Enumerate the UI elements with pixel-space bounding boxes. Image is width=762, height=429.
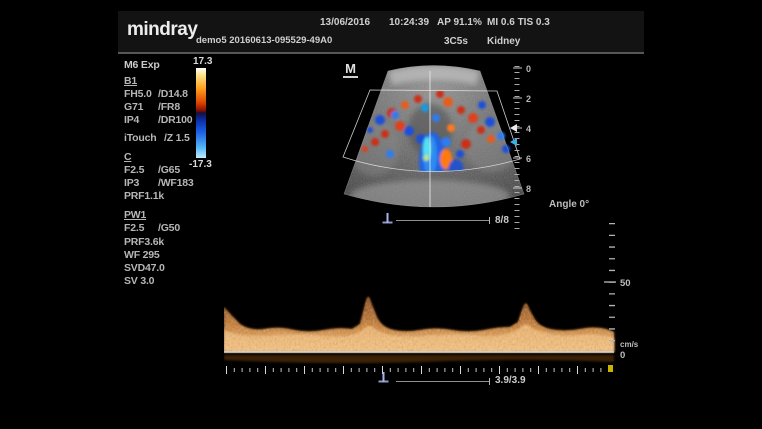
param-row: F2.5/G65 bbox=[124, 164, 180, 176]
itouch-row: iTouch/Z 1.5 bbox=[124, 132, 190, 144]
baseline-zero-label: 0 bbox=[620, 350, 625, 361]
depth-label: 6 bbox=[526, 154, 531, 164]
param-value: SV 3.0 bbox=[124, 275, 154, 287]
pw-mode-section-title: PW1 bbox=[124, 209, 146, 221]
time-cursor-marker[interactable] bbox=[608, 365, 613, 372]
param-value: /G65 bbox=[158, 164, 180, 176]
exam-id: demo5 20160613-095529-49A0 bbox=[196, 35, 332, 46]
b-mode-section-title: B1 bbox=[124, 75, 137, 87]
doppler-angle-readout: Angle 0° bbox=[549, 199, 589, 210]
param-value: G71 bbox=[124, 101, 158, 113]
param-value: IP4 bbox=[124, 114, 158, 126]
param-value: PRF3.6k bbox=[124, 236, 164, 248]
colorbar-min-label: -17.3 bbox=[189, 159, 212, 170]
param-row: F2.5/G50 bbox=[124, 222, 180, 234]
time-progress-end-tick bbox=[489, 378, 490, 385]
mindray-logo: mindray bbox=[127, 19, 197, 41]
param-value: /FR8 bbox=[158, 101, 180, 113]
b-mode-color-image[interactable] bbox=[330, 58, 530, 212]
depth-label: 0 bbox=[526, 64, 531, 74]
spectral-below-baseline-noise bbox=[224, 355, 614, 363]
param-value: /G50 bbox=[158, 222, 180, 234]
param-row: G71/FR8 bbox=[124, 101, 180, 113]
imaging-mode-label: M6 Exp bbox=[124, 59, 160, 71]
param-row: IP3/WF183 bbox=[124, 177, 194, 189]
velocity-scale-label: 50 bbox=[620, 278, 631, 289]
sv-depth-marker-icon[interactable] bbox=[510, 138, 517, 146]
param-value: /WF183 bbox=[158, 177, 194, 189]
param-value: WF 295 bbox=[124, 249, 160, 261]
exam-preset: Kidney bbox=[487, 36, 520, 47]
param-row: IP4/DR100 bbox=[124, 114, 192, 126]
probe-name: 3C5s bbox=[444, 36, 468, 47]
param-value: PRF1.1k bbox=[124, 190, 164, 202]
depth-label: 2 bbox=[526, 94, 531, 104]
time-indicator: 3.9/3.9 bbox=[495, 375, 526, 386]
param-value: /D14.8 bbox=[158, 88, 188, 100]
depth-label: 4 bbox=[526, 124, 531, 134]
exam-time: 10:24:39 bbox=[389, 17, 429, 28]
focus-marker-icon[interactable] bbox=[510, 124, 517, 132]
velocity-unit-label: cm/s bbox=[620, 340, 639, 349]
color-map-bar bbox=[196, 68, 206, 158]
spectral-texture bbox=[224, 290, 616, 354]
ultrasound-screen: mindray demo5 20160613-095529-49A0 13/06… bbox=[0, 0, 762, 429]
param-value: /DR100 bbox=[158, 114, 192, 126]
param-row: FH5.0/D14.8 bbox=[124, 88, 188, 100]
mi-tis-readout: MI 0.6 TIS 0.3 bbox=[487, 17, 550, 28]
depth-ruler: 0 2 4 6 8 bbox=[508, 58, 544, 238]
param-value: SVD47.0 bbox=[124, 262, 165, 274]
color-mode-section-title: C bbox=[124, 151, 131, 163]
param-value: iTouch bbox=[124, 132, 164, 144]
pw-spectral-display: 50 cm/s 0 bbox=[224, 212, 644, 380]
param-value: FH5.0 bbox=[124, 88, 158, 100]
acoustic-power: AP 91.1% bbox=[437, 17, 482, 28]
exam-date: 13/06/2016 bbox=[320, 17, 370, 28]
param-value: F2.5 bbox=[124, 222, 158, 234]
colorbar-max-label: 17.3 bbox=[193, 56, 212, 67]
depth-label: 8 bbox=[526, 184, 531, 194]
param-value: F2.5 bbox=[124, 164, 158, 176]
cine-marker-icon[interactable] bbox=[377, 372, 390, 384]
time-progress-line[interactable] bbox=[396, 381, 489, 382]
param-value: /Z 1.5 bbox=[164, 132, 190, 144]
param-value: IP3 bbox=[124, 177, 158, 189]
